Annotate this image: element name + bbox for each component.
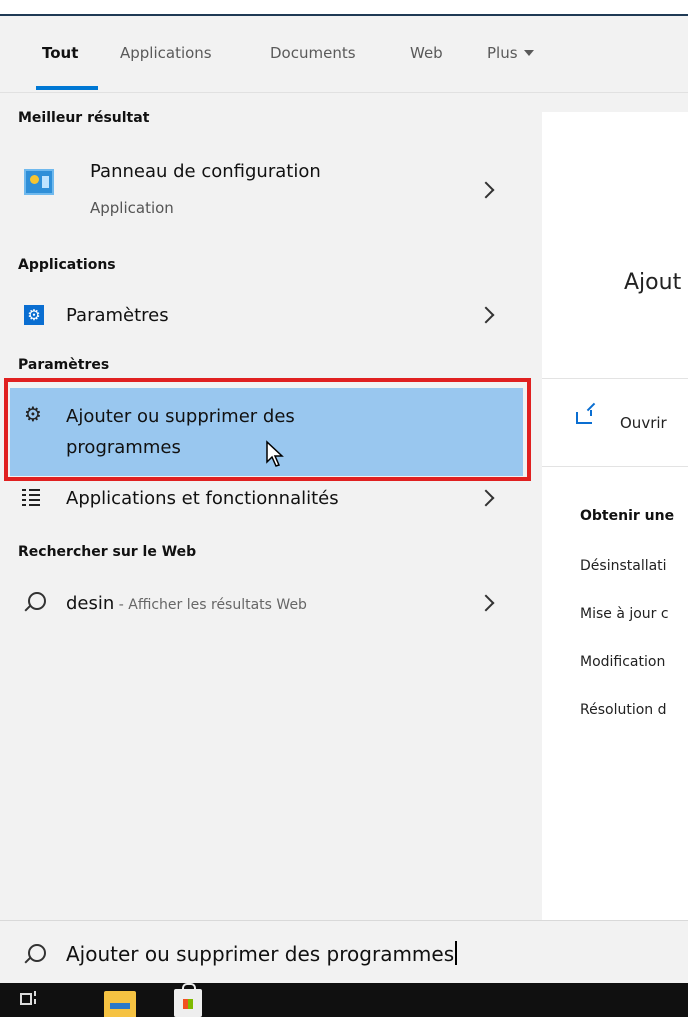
store-icon[interactable] (174, 983, 202, 1017)
web-search-query: desin (66, 593, 115, 614)
tab-tout[interactable]: Tout (42, 44, 78, 62)
open-icon[interactable] (576, 410, 592, 424)
chevron-right-icon[interactable] (477, 181, 495, 199)
search-input-value: Ajouter ou supprimer des programmes (66, 942, 455, 966)
section-parametres: Paramètres (18, 357, 110, 373)
result-control-panel-type: Application (90, 199, 174, 217)
preview-divider (542, 466, 688, 467)
web-search-icon (28, 592, 46, 610)
search-filter-tabs: Tout Applications Documents Web Plus (0, 16, 688, 92)
file-explorer-icon[interactable] (104, 991, 136, 1017)
search-icon (28, 944, 46, 962)
chevron-down-icon (523, 50, 534, 56)
control-panel-icon (24, 169, 54, 195)
web-search-suffix: - Afficher les résultats Web (114, 597, 307, 613)
tab-plus[interactable]: Plus (487, 44, 534, 62)
section-web-search: Rechercher sur le Web (18, 544, 197, 560)
result-settings-label: Paramètres (66, 305, 169, 326)
preview-divider (542, 378, 688, 379)
text-caret (455, 941, 458, 965)
mouse-cursor-icon (266, 440, 284, 467)
settings-gear-icon: ⚙ (24, 305, 44, 325)
tab-documents[interactable]: Documents (270, 44, 356, 62)
result-web-search[interactable]: desin - Afficher les résultats Web (0, 581, 526, 629)
help-link-1[interactable]: Désinstallati (580, 558, 667, 574)
help-link-3[interactable]: Modification (580, 654, 665, 670)
section-applications: Applications (18, 257, 116, 273)
window-top-border (0, 0, 688, 16)
chevron-right-icon[interactable] (477, 306, 495, 324)
result-apps-features-label: Applications et fonctionnalités (66, 488, 339, 509)
section-best-match: Meilleur résultat (18, 110, 150, 126)
help-link-4[interactable]: Résolution d (580, 702, 667, 718)
search-box[interactable]: Ajouter ou supprimer des programmes (0, 920, 688, 983)
help-section-title: Obtenir une (580, 508, 675, 524)
help-link-2[interactable]: Mise à jour c (580, 606, 669, 622)
tab-plus-label: Plus (487, 44, 518, 62)
chevron-right-icon[interactable] (477, 594, 495, 612)
tab-applications[interactable]: Applications (120, 44, 212, 62)
tab-web[interactable]: Web (410, 44, 443, 62)
taskbar (0, 983, 688, 1017)
result-control-panel[interactable]: Panneau de configuration Application (0, 151, 526, 221)
preview-pane: Ajout Ouvrir Obtenir une Désinstallati M… (542, 112, 688, 920)
results-list: Meilleur résultat Panneau de configurati… (0, 93, 526, 920)
chevron-right-icon[interactable] (477, 489, 495, 507)
web-search-text: desin - Afficher les résultats Web (66, 593, 307, 614)
result-apps-features[interactable]: Applications et fonctionnalités (0, 478, 526, 524)
apps-list-icon (22, 488, 40, 506)
active-tab-indicator (36, 86, 98, 90)
open-action[interactable]: Ouvrir (620, 414, 667, 432)
preview-title: Ajout (624, 270, 682, 295)
gear-outline-icon: ⚙ (24, 402, 42, 426)
result-settings-app[interactable]: Paramètres (0, 293, 526, 339)
result-control-panel-label: Panneau de configuration (90, 161, 321, 182)
task-view-icon[interactable] (20, 991, 36, 1007)
search-input[interactable]: Ajouter ou supprimer des programmes (66, 941, 458, 966)
